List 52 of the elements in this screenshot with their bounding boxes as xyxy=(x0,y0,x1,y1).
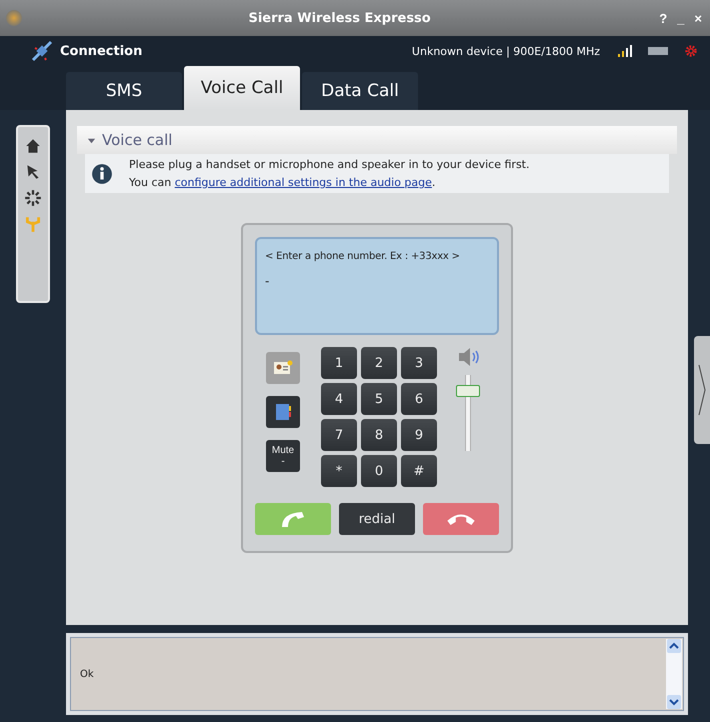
window-control[interactable]: × xyxy=(692,10,704,26)
contact-card-button[interactable] xyxy=(266,352,300,384)
section-header[interactable]: Voice call xyxy=(77,126,677,154)
display-placeholder: < Enter a phone number. Ex : +33xxx > xyxy=(265,251,461,262)
connection-label: Connection xyxy=(60,44,144,58)
spinner-icon[interactable] xyxy=(24,189,42,207)
speaker-icon xyxy=(456,347,480,367)
display-value: - xyxy=(265,274,270,288)
info-text: . xyxy=(432,176,436,189)
hang-up-icon xyxy=(447,514,475,524)
tab[interactable]: Data Call xyxy=(302,72,418,110)
window-title: Sierra Wireless Expresso xyxy=(247,10,432,26)
section-title: Voice call xyxy=(102,131,172,149)
keypad-key[interactable]: 6 xyxy=(401,383,437,415)
tab[interactable]: Voice Call xyxy=(184,66,300,110)
plug-icon xyxy=(30,39,54,63)
scrollbar[interactable] xyxy=(666,639,682,709)
expand-handle[interactable] xyxy=(694,336,710,444)
keypad-key[interactable]: 5 xyxy=(361,383,397,415)
keypad-key[interactable]: 8 xyxy=(361,419,397,451)
keypad-key[interactable]: # xyxy=(401,455,437,487)
keypad-key[interactable]: 0 xyxy=(361,455,397,487)
app-icon xyxy=(6,10,22,26)
window-control[interactable]: ? xyxy=(657,10,670,26)
phonebook-button[interactable] xyxy=(266,396,300,428)
info-text: Please plug a handset or microphone and speaker in to your device first. xyxy=(129,158,530,171)
hang-up-button[interactable] xyxy=(423,503,499,535)
home-icon[interactable] xyxy=(24,137,42,155)
signal-icon xyxy=(618,45,634,57)
keypad-key[interactable]: 2 xyxy=(361,347,397,379)
keypad-key[interactable]: * xyxy=(321,455,357,487)
redial-button[interactable]: redial xyxy=(339,503,415,535)
contact-card-icon xyxy=(273,360,293,376)
keypad-key[interactable]: 4 xyxy=(321,383,357,415)
audio-settings-link[interactable]: configure additional settings in the audio page xyxy=(174,176,432,189)
scroll-up-icon[interactable] xyxy=(667,639,681,653)
keypad-key[interactable]: 3 xyxy=(401,347,437,379)
keypad-key[interactable]: 7 xyxy=(321,419,357,451)
battery-icon xyxy=(648,46,668,56)
number-display[interactable]: < Enter a phone number. Ex : +33xxx > - xyxy=(255,237,499,335)
book-icon xyxy=(273,402,293,422)
mute-button[interactable]: Mute - xyxy=(266,440,300,472)
scroll-down-icon[interactable] xyxy=(667,695,681,709)
window-control[interactable]: _ xyxy=(675,10,686,26)
log-text: Ok xyxy=(80,668,95,680)
tab[interactable]: SMS xyxy=(66,72,182,110)
info-text: You can xyxy=(129,176,172,189)
settings-icon[interactable] xyxy=(684,44,698,58)
device-status: Unknown device | 900E/1800 MHz xyxy=(412,44,600,58)
keypad-key[interactable]: 9 xyxy=(401,419,437,451)
keypad-key[interactable]: 1 xyxy=(321,347,357,379)
info-icon xyxy=(91,162,113,184)
